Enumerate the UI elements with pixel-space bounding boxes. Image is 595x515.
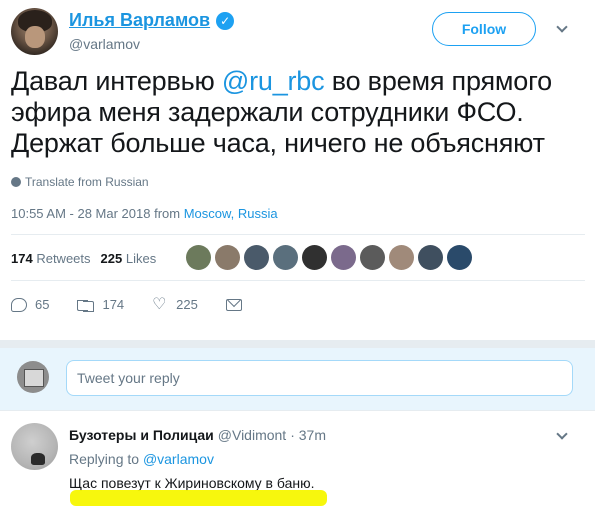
replying-to: Replying to @varlamov — [69, 451, 214, 467]
liker-avatar[interactable] — [331, 245, 356, 270]
replying-to-link[interactable]: @varlamov — [143, 451, 214, 467]
author-avatar[interactable] — [11, 8, 58, 55]
tweet-text-part1: Давал интервью — [11, 66, 222, 96]
author-handle[interactable]: @varlamov — [69, 36, 140, 52]
likers-avatars — [186, 245, 472, 270]
globe-icon — [11, 177, 21, 187]
reply-composer: Tweet your reply — [0, 348, 595, 410]
liker-avatar[interactable] — [302, 245, 327, 270]
liker-avatar[interactable] — [186, 245, 211, 270]
reply-header: Бузотеры и Полицаи @Vidimont · 37m — [69, 427, 326, 443]
author-name[interactable]: Илья Варламов — [69, 10, 210, 31]
chevron-down-icon[interactable] — [556, 428, 568, 440]
translate-label: Translate from Russian — [25, 175, 149, 189]
retweets-label: Retweets — [36, 251, 91, 266]
liker-avatar[interactable] — [447, 245, 472, 270]
retweet-button[interactable]: 174 — [77, 297, 124, 312]
reply-count: 65 — [35, 297, 50, 312]
verified-badge-icon: ✓ — [216, 11, 235, 30]
retweets-stat[interactable]: 174 Retweets — [11, 251, 91, 266]
reply-author-handle[interactable]: @Vidimont — [218, 427, 286, 443]
tweet-stats: 174 Retweets 225 Likes — [11, 251, 156, 266]
envelope-icon — [225, 298, 242, 311]
translate-link[interactable]: Translate from Russian — [11, 175, 149, 189]
replying-prefix: Replying to — [69, 451, 143, 467]
liker-avatar[interactable] — [215, 245, 240, 270]
liker-avatar[interactable] — [244, 245, 269, 270]
liker-avatar[interactable] — [418, 245, 443, 270]
liker-avatar[interactable] — [360, 245, 385, 270]
reply-author-avatar[interactable] — [11, 423, 58, 470]
tweet-mention-link[interactable]: @ru_rbc — [222, 66, 325, 96]
retweet-count: 174 — [102, 297, 125, 312]
chevron-down-icon[interactable] — [556, 21, 568, 33]
user-avatar[interactable] — [17, 361, 49, 393]
liker-avatar[interactable] — [389, 245, 414, 270]
tweet-card: Илья Варламов ✓ @varlamov Follow Давал и… — [0, 0, 595, 340]
timestamp-text[interactable]: 10:55 AM - 28 Mar 2018 from — [11, 206, 184, 221]
tweet-text: Давал интервью @ru_rbc во время прямого … — [11, 66, 581, 159]
location-link[interactable]: Moscow, Russia — [184, 206, 278, 221]
divider — [11, 280, 585, 281]
reply-button[interactable]: 65 — [11, 297, 49, 312]
likes-stat[interactable]: 225 Likes — [101, 251, 157, 266]
like-button[interactable]: ♡ 225 — [152, 295, 198, 313]
liker-avatar[interactable] — [273, 245, 298, 270]
retweet-icon — [77, 299, 95, 312]
tweet-timestamp: 10:55 AM - 28 Mar 2018 from Moscow, Russ… — [11, 206, 278, 221]
likes-count: 225 — [100, 251, 123, 266]
reply-time[interactable]: · 37m — [290, 427, 326, 443]
tweet-actions: 65 174 ♡ 225 — [11, 295, 270, 313]
like-count: 225 — [176, 297, 198, 312]
reply-text: Щас повезут к Жириновскому в баню. — [69, 475, 315, 491]
divider — [11, 234, 585, 235]
follow-button[interactable]: Follow — [432, 12, 536, 46]
reply-icon — [11, 297, 27, 312]
retweets-count: 174 — [11, 251, 33, 266]
direct-message-button[interactable] — [225, 298, 242, 311]
highlight-marker — [70, 490, 327, 506]
reply-author-name[interactable]: Бузотеры и Полицаи — [69, 427, 214, 443]
reply-input[interactable]: Tweet your reply — [66, 360, 573, 396]
section-separator — [0, 340, 595, 348]
likes-label: Likes — [125, 251, 157, 266]
author-name-row: Илья Варламов ✓ — [69, 10, 235, 31]
heart-icon: ♡ — [152, 295, 167, 313]
